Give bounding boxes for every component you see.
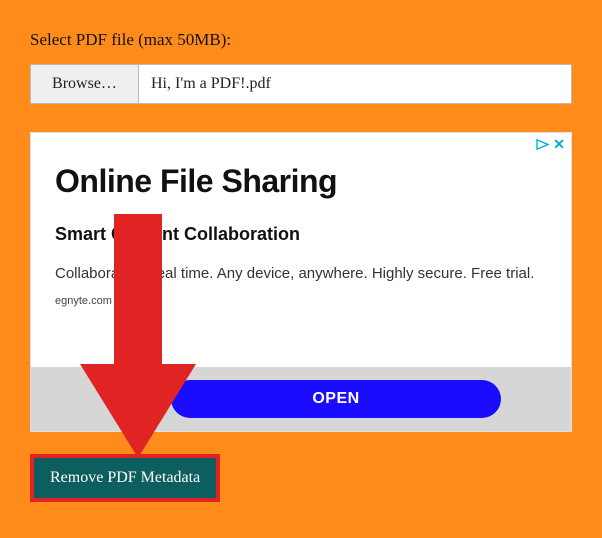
ad-footer: OPEN — [31, 367, 571, 431]
file-input-row: Browse… — [30, 64, 572, 104]
open-ad-button[interactable]: OPEN — [171, 380, 501, 418]
advertisement-box: ✕ Online File Sharing Smart Content Coll… — [30, 132, 572, 432]
highlight-box: Remove PDF Metadata — [30, 454, 220, 502]
selected-file-field[interactable] — [139, 65, 571, 103]
ad-domain: egnyte.com — [55, 295, 547, 307]
adchoices-icon[interactable] — [536, 139, 550, 150]
ad-controls: ✕ — [536, 137, 565, 151]
ad-body: Collaborate in real time. Any device, an… — [55, 263, 547, 285]
browse-button[interactable]: Browse… — [31, 65, 139, 103]
upload-panel: Select PDF file (max 50MB): Browse… ✕ On… — [0, 0, 602, 522]
file-select-label: Select PDF file (max 50MB): — [30, 30, 572, 50]
remove-metadata-button[interactable]: Remove PDF Metadata — [34, 458, 216, 498]
primary-action-area: Remove PDF Metadata — [30, 454, 220, 502]
ad-content: Online File Sharing Smart Content Collab… — [31, 133, 571, 307]
close-ad-icon[interactable]: ✕ — [553, 137, 565, 151]
ad-subtitle: Smart Content Collaboration — [55, 224, 547, 245]
ad-body-line2: Free trial. — [471, 265, 534, 282]
ad-title: Online File Sharing — [55, 163, 547, 200]
ad-body-line1: Collaborate in real time. Any device, an… — [55, 265, 467, 282]
